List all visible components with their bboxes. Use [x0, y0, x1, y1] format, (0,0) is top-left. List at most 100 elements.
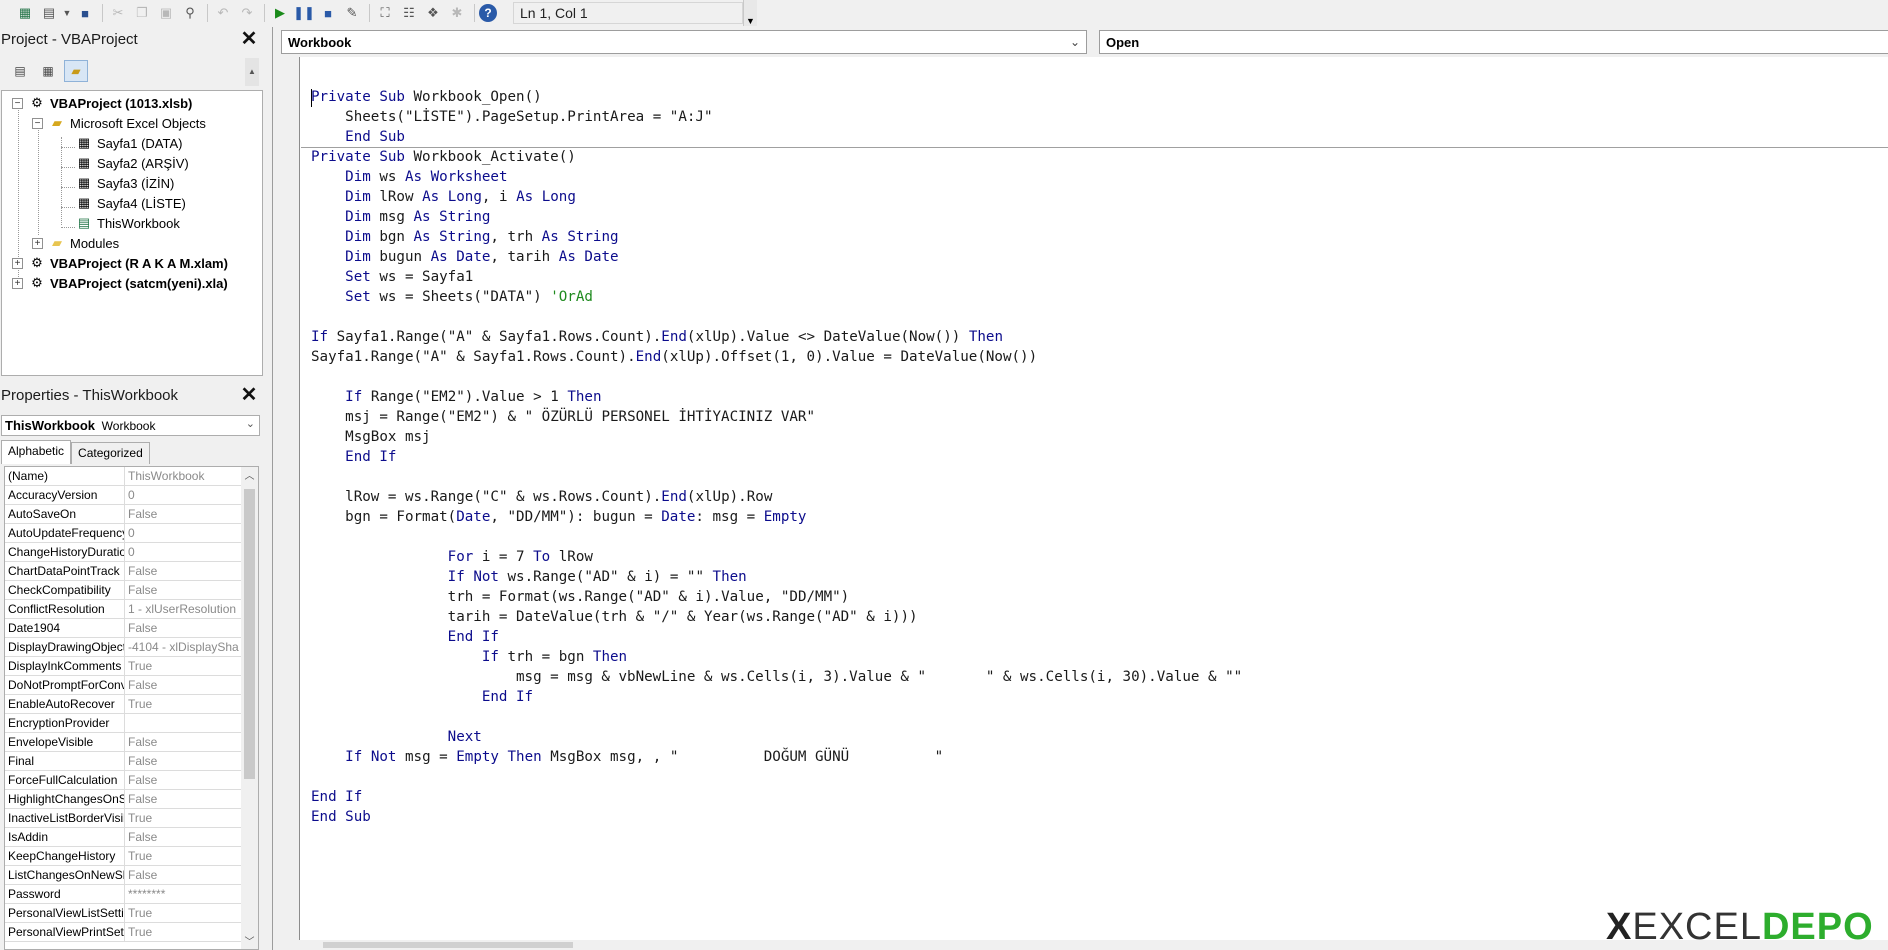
property-row[interactable]: CheckCompatibility False [5, 581, 241, 600]
tree-item-sayfa1[interactable]: ▦ Sayfa1 (DATA) [75, 133, 183, 153]
property-value[interactable]: ******** [125, 885, 239, 903]
tab-categorized[interactable]: Categorized [71, 442, 150, 464]
property-value[interactable] [125, 714, 239, 732]
property-row[interactable]: ConflictResolution 1 - xlUserResolution [5, 600, 241, 619]
expand-icon[interactable]: + [12, 277, 23, 289]
view-code-icon[interactable]: ▤ [8, 60, 32, 82]
property-value[interactable]: False [125, 676, 239, 694]
project-explorer-icon[interactable]: ⛶ [374, 2, 396, 24]
property-row[interactable]: AutoUpdateFrequency 0 [5, 524, 241, 543]
property-value[interactable]: True [125, 809, 239, 827]
property-row[interactable]: IsAddin False [5, 828, 241, 847]
run-icon[interactable]: ▶ [269, 2, 291, 24]
property-row[interactable]: DisplayDrawingObjects -4104 - xlDisplaySh… [5, 638, 241, 657]
find-icon[interactable]: ⚲ [179, 2, 201, 24]
properties-window-icon[interactable]: ☷ [398, 2, 420, 24]
property-row[interactable]: PersonalViewPrintSettingsTrue [5, 923, 241, 942]
property-row[interactable]: DoNotPromptForConvertFalse [5, 676, 241, 695]
property-row[interactable]: PersonalViewListSettingsTrue [5, 904, 241, 923]
property-value[interactable]: True [125, 904, 239, 922]
insert-module-icon[interactable]: ▤ [38, 2, 60, 24]
property-value[interactable]: True [125, 695, 239, 713]
tree-item-vbaproject-satcm[interactable]: + ⚙ VBAProject (satcm(yeni).xla) [12, 273, 228, 293]
collapse-icon[interactable]: − [12, 97, 23, 109]
close-icon[interactable]: ✕ [238, 384, 260, 406]
property-row[interactable]: EnableAutoRecover True [5, 695, 241, 714]
property-value[interactable]: False [125, 733, 239, 751]
scrollbar-thumb[interactable] [323, 942, 573, 948]
property-value[interactable]: 1 - xlUserResolution [125, 600, 239, 618]
property-value[interactable]: False [125, 790, 239, 808]
property-value[interactable]: True [125, 847, 239, 865]
collapse-icon[interactable]: − [32, 117, 43, 129]
property-row[interactable]: AccuracyVersion 0 [5, 486, 241, 505]
property-row[interactable]: HighlightChangesOnScreenFalse [5, 790, 241, 809]
scrollbar-thumb[interactable] [244, 489, 255, 779]
design-mode-icon[interactable]: ✎ [341, 2, 363, 24]
tree-item-excel-objects[interactable]: − ▰ Microsoft Excel Objects [32, 113, 206, 133]
code-margin-indicator-bar[interactable] [273, 57, 300, 950]
help-icon[interactable]: ? [479, 4, 497, 22]
toggle-folders-icon[interactable]: ▰ [64, 60, 88, 82]
scroll-up-icon[interactable]: ︿ [241, 467, 258, 483]
copy-icon[interactable]: ❐ [131, 2, 153, 24]
property-row[interactable]: InactiveListBorderVisibleTrue [5, 809, 241, 828]
tree-item-thisworkbook[interactable]: ▤ ThisWorkbook [75, 213, 180, 233]
property-row[interactable]: EnvelopeVisible False [5, 733, 241, 752]
property-value[interactable]: 0 [125, 524, 239, 542]
break-icon[interactable]: ❚❚ [293, 2, 315, 24]
property-value[interactable]: ThisWorkbook [125, 467, 239, 485]
object-browser-icon[interactable]: ❖ [422, 2, 444, 24]
property-value[interactable]: False [125, 505, 239, 523]
property-row[interactable]: ForceFullCalculation False [5, 771, 241, 790]
property-value[interactable]: False [125, 562, 239, 580]
property-row[interactable]: KeepChangeHistory True [5, 847, 241, 866]
property-row[interactable]: Password ******** [5, 885, 241, 904]
property-value[interactable]: False [125, 581, 239, 599]
tree-item-sayfa2[interactable]: ▦ Sayfa2 (ARŞİV) [75, 153, 189, 173]
reset-icon[interactable]: ■ [317, 2, 339, 24]
code-editor[interactable]: Private Sub Workbook_Open() Sheets("LİST… [301, 57, 1888, 920]
property-value[interactable]: -4104 - xlDisplayShapes [125, 638, 239, 656]
tree-item-modules[interactable]: + ▰ Modules [32, 233, 119, 253]
paste-icon[interactable]: ▣ [155, 2, 177, 24]
toolbox-icon[interactable]: ✱ [446, 2, 468, 24]
property-value[interactable]: 0 [125, 486, 239, 504]
expand-icon[interactable]: + [32, 237, 43, 249]
save-icon[interactable]: ■ [74, 2, 96, 24]
property-row[interactable]: ChartDataPointTrack False [5, 562, 241, 581]
property-row[interactable]: Final False [5, 752, 241, 771]
property-row[interactable]: DisplayInkComments True [5, 657, 241, 676]
tree-item-sayfa4[interactable]: ▦ Sayfa4 (LİSTE) [75, 193, 186, 213]
property-value[interactable]: False [125, 752, 239, 770]
toolbar-overflow-icon[interactable]: ▼ [743, 0, 757, 26]
property-value[interactable]: False [125, 771, 239, 789]
property-value[interactable]: True [125, 657, 239, 675]
tree-item-sayfa3[interactable]: ▦ Sayfa3 (İZİN) [75, 173, 174, 193]
property-value[interactable]: 0 [125, 543, 239, 561]
property-value[interactable]: False [125, 828, 239, 846]
redo-icon[interactable]: ↷ [236, 2, 258, 24]
object-selector[interactable]: ThisWorkbook Workbook ⌄ [1, 415, 260, 436]
close-icon[interactable]: ✕ [238, 28, 260, 50]
procedure-dropdown[interactable]: Open [1099, 30, 1888, 54]
tree-item-vbaproject-1013[interactable]: − ⚙ VBAProject (1013.xlsb) [12, 93, 192, 113]
properties-scrollbar[interactable]: ︿ ﹀ [241, 467, 258, 949]
property-value[interactable]: False [125, 619, 239, 637]
cut-icon[interactable]: ✂ [107, 2, 129, 24]
property-row[interactable]: AutoSaveOn False [5, 505, 241, 524]
property-row[interactable]: EncryptionProvider [5, 714, 241, 733]
scroll-down-icon[interactable]: ﹀ [241, 933, 258, 949]
property-value[interactable]: False [125, 866, 239, 884]
dropdown-arrow-icon[interactable]: ▼ [62, 2, 72, 24]
undo-icon[interactable]: ↶ [212, 2, 234, 24]
property-row[interactable]: Date1904 False [5, 619, 241, 638]
tree-item-vbaproject-rakam[interactable]: + ⚙ VBAProject (R A K A M.xlam) [12, 253, 228, 273]
object-dropdown[interactable]: Workbook ⌄ [281, 30, 1087, 54]
property-row[interactable]: (Name) ThisWorkbook [5, 467, 241, 486]
scroll-up-icon[interactable]: ▲ [245, 58, 259, 86]
tab-alphabetic[interactable]: Alphabetic [1, 440, 72, 464]
view-object-icon[interactable]: ▦ [36, 60, 60, 82]
property-value[interactable]: True [125, 923, 239, 941]
view-excel-icon[interactable]: ▦ [14, 2, 36, 24]
